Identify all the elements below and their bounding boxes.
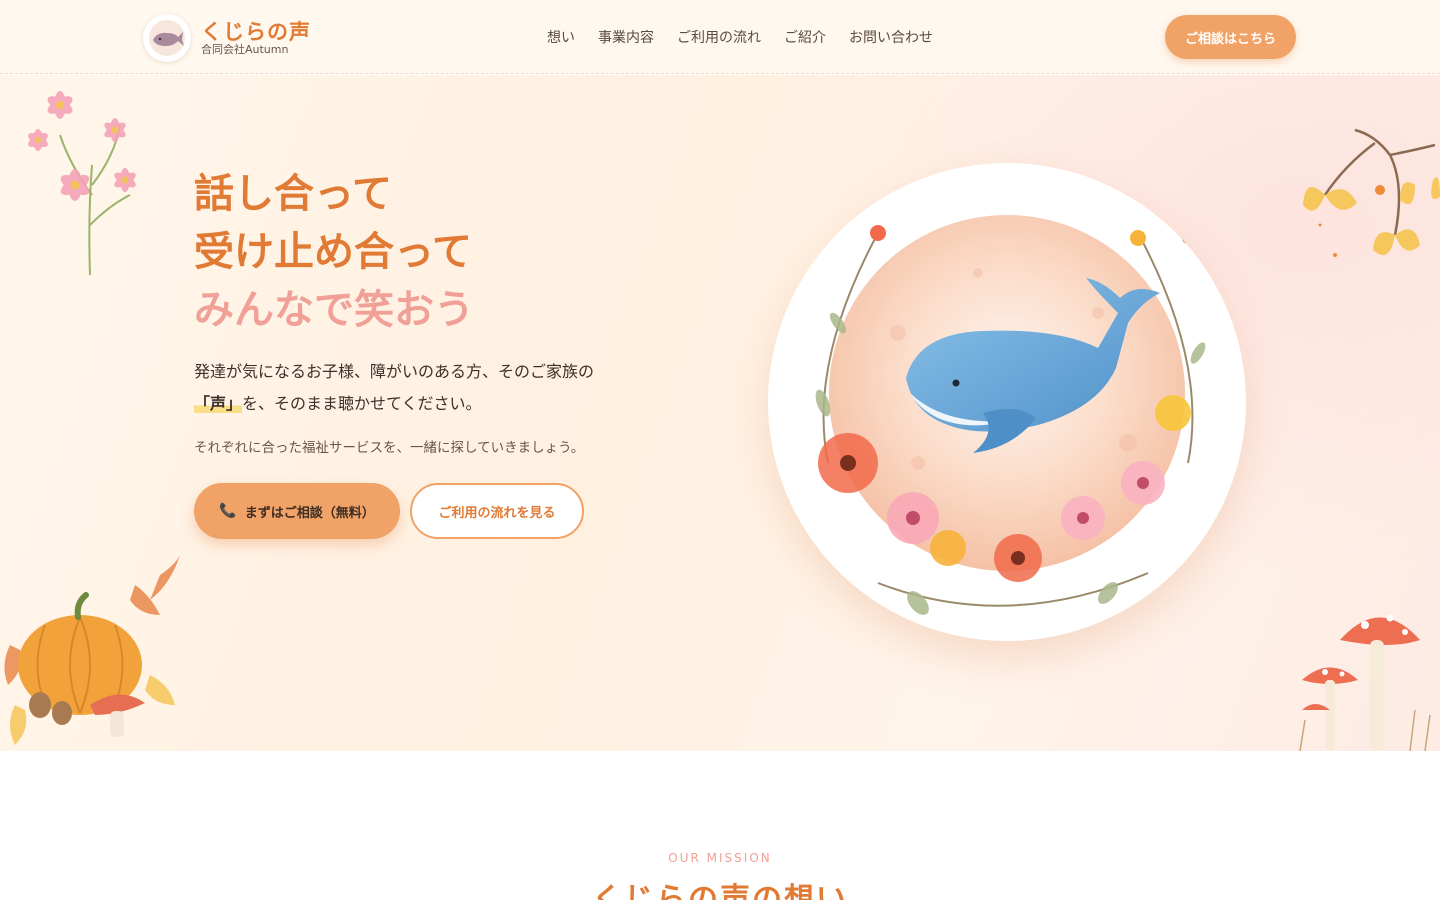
free-consultation-button[interactable]: 📞 まずはご相談（無料） — [194, 483, 400, 539]
mission-title: くじらの声の想い — [592, 882, 848, 900]
nav-item-flow[interactable]: ご利用の流れ — [677, 27, 761, 47]
nav-item-services[interactable]: 事業内容 — [598, 27, 654, 47]
mission-eyebrow: OUR MISSION — [668, 851, 772, 865]
nav-item-contact[interactable]: お問い合わせ — [849, 27, 933, 47]
phone-icon: 📞 — [219, 503, 237, 519]
free-consultation-label: まずはご相談（無料） — [244, 505, 375, 521]
whale-illustration — [768, 163, 1246, 641]
hero-lead: 発達が気になるお子様、障がいのある方、そのご家族の 「声」を、そのまま聴かせてく… — [194, 356, 594, 420]
site-header: くじらの声 合同会社Autumn 想い 事業内容 ご利用の流れ ご紹介 お問い合… — [0, 0, 1440, 74]
cosmos-flower-icon — [28, 91, 136, 275]
ginkgo-branch-icon — [1303, 128, 1440, 257]
brand-name: くじらの声 — [201, 20, 311, 44]
view-flow-button[interactable]: ご利用の流れを見る — [410, 483, 584, 539]
nav-item-introduction[interactable]: ご紹介 — [784, 27, 826, 47]
whale-logo-icon — [143, 14, 191, 62]
lead-line-1: 発達が気になるお子様、障がいのある方、そのご家族の — [194, 362, 595, 381]
pumpkin-icon — [4, 555, 180, 745]
nav-item-thoughts[interactable]: 想い — [547, 27, 575, 47]
hero-headline: 話し合って 受け止め合って みんなで笑おう — [194, 165, 474, 339]
headline-line-1: 話し合って — [194, 171, 392, 217]
lead-quote: 「声」 — [194, 394, 243, 413]
consult-button[interactable]: ご相談はこちら — [1165, 15, 1296, 59]
main-nav: 想い 事業内容 ご利用の流れ ご紹介 お問い合わせ — [547, 27, 933, 47]
hero-section: 話し合って 受け止め合って みんなで笑おう 発達が気になるお子様、障がいのある方… — [0, 75, 1440, 751]
company-name: 合同会社Autumn — [201, 43, 289, 56]
headline-line-3: みんなで笑おう — [194, 287, 474, 333]
hero-sublead: それぞれに合った福祉サービスを、一緒に探していきましょう。 — [194, 440, 585, 456]
headline-line-2: 受け止め合って — [194, 229, 472, 275]
lead-line-2: を、そのまま聴かせてください。 — [242, 394, 482, 413]
brand[interactable]: くじらの声 合同会社Autumn — [143, 14, 311, 62]
mushroom-icon — [1299, 614, 1431, 751]
